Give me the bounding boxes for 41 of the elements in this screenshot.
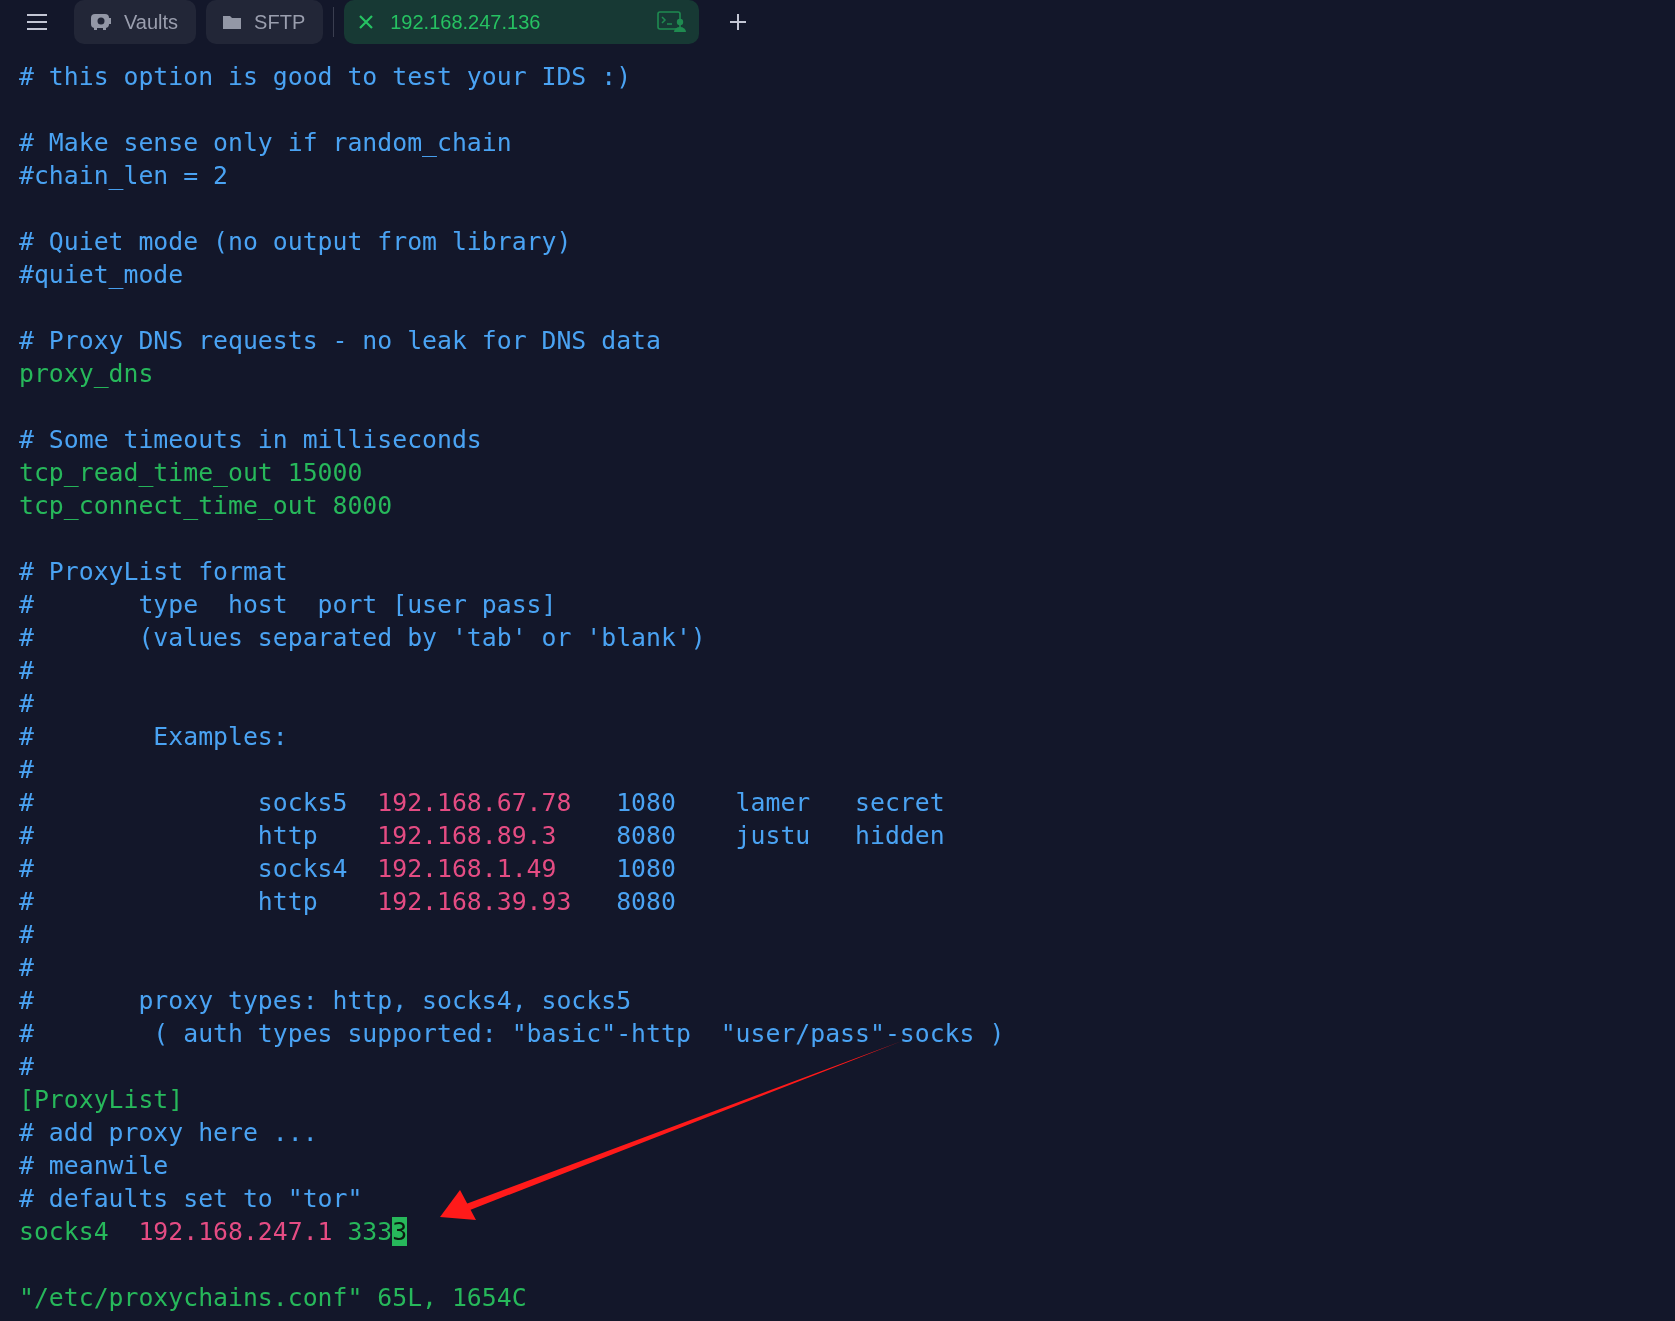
terminal-user-icon[interactable] (657, 11, 688, 33)
code-line: # Examples: (19, 721, 289, 753)
tab[interactable]: 192.168.247.136 (344, 0, 700, 44)
tab[interactable]: SFTP (206, 0, 324, 44)
code-line: # ( auth types supported: "basic"-http "user/pass"-socks ) (19, 1018, 1006, 1050)
code-line: # type host port [user pass] (19, 589, 558, 621)
code-line: # meanwile (19, 1150, 170, 1182)
code-line: # add proxy here ... (19, 1117, 319, 1149)
code-line: [ProxyList] (19, 1084, 185, 1116)
tab[interactable]: Vaults (74, 0, 197, 44)
code-line: # (19, 655, 35, 687)
code-line: # Make sense only if random_chain (19, 127, 513, 159)
code-line: # http 192.168.89.3 8080 justu hidden (19, 820, 946, 852)
code-line: # (19, 688, 35, 720)
folder-icon (222, 14, 243, 30)
code-line: "/etc/proxychains.conf" 65L, 1654C (19, 1282, 528, 1314)
code-line: # Some timeouts in milliseconds (19, 424, 483, 456)
code-line: tcp_connect_time_out 8000 (19, 490, 394, 522)
code-line: # (19, 919, 35, 951)
add-tab-icon[interactable] (729, 13, 748, 31)
code-line: #chain_len = 2 (19, 160, 229, 192)
code-line: tcp_read_time_out 15000 (19, 457, 364, 489)
code-line: # (19, 952, 35, 984)
code-line: # socks5 192.168.67.78 1080 lamer secret (19, 787, 946, 819)
code-line: # (19, 754, 35, 786)
menu-icon[interactable] (26, 13, 48, 31)
close-icon[interactable] (358, 14, 375, 30)
code-line: socks4 192.168.247.1 3333 (19, 1216, 409, 1248)
code-line: # proxy types: http, socks4, socks5 (19, 985, 633, 1017)
code-line: # Proxy DNS requests - no leak for DNS data (19, 325, 662, 357)
code-line: # http 192.168.39.93 8080 (19, 886, 677, 918)
code-line: # this option is good to test your IDS :) (19, 61, 633, 93)
code-line: # socks4 192.168.1.49 1080 (19, 853, 677, 885)
code-line: proxy_dns (19, 358, 155, 390)
safe-icon (90, 12, 112, 32)
code-line: #quiet_mode (19, 259, 185, 291)
code-line: # ProxyList format (19, 556, 289, 588)
code-line: # Quiet mode (no output from library) (19, 226, 573, 258)
code-line: # (values separated by 'tab' or 'blank') (19, 622, 707, 654)
code-line: # (19, 1051, 35, 1083)
code-line: # defaults set to "tor" (19, 1183, 364, 1215)
